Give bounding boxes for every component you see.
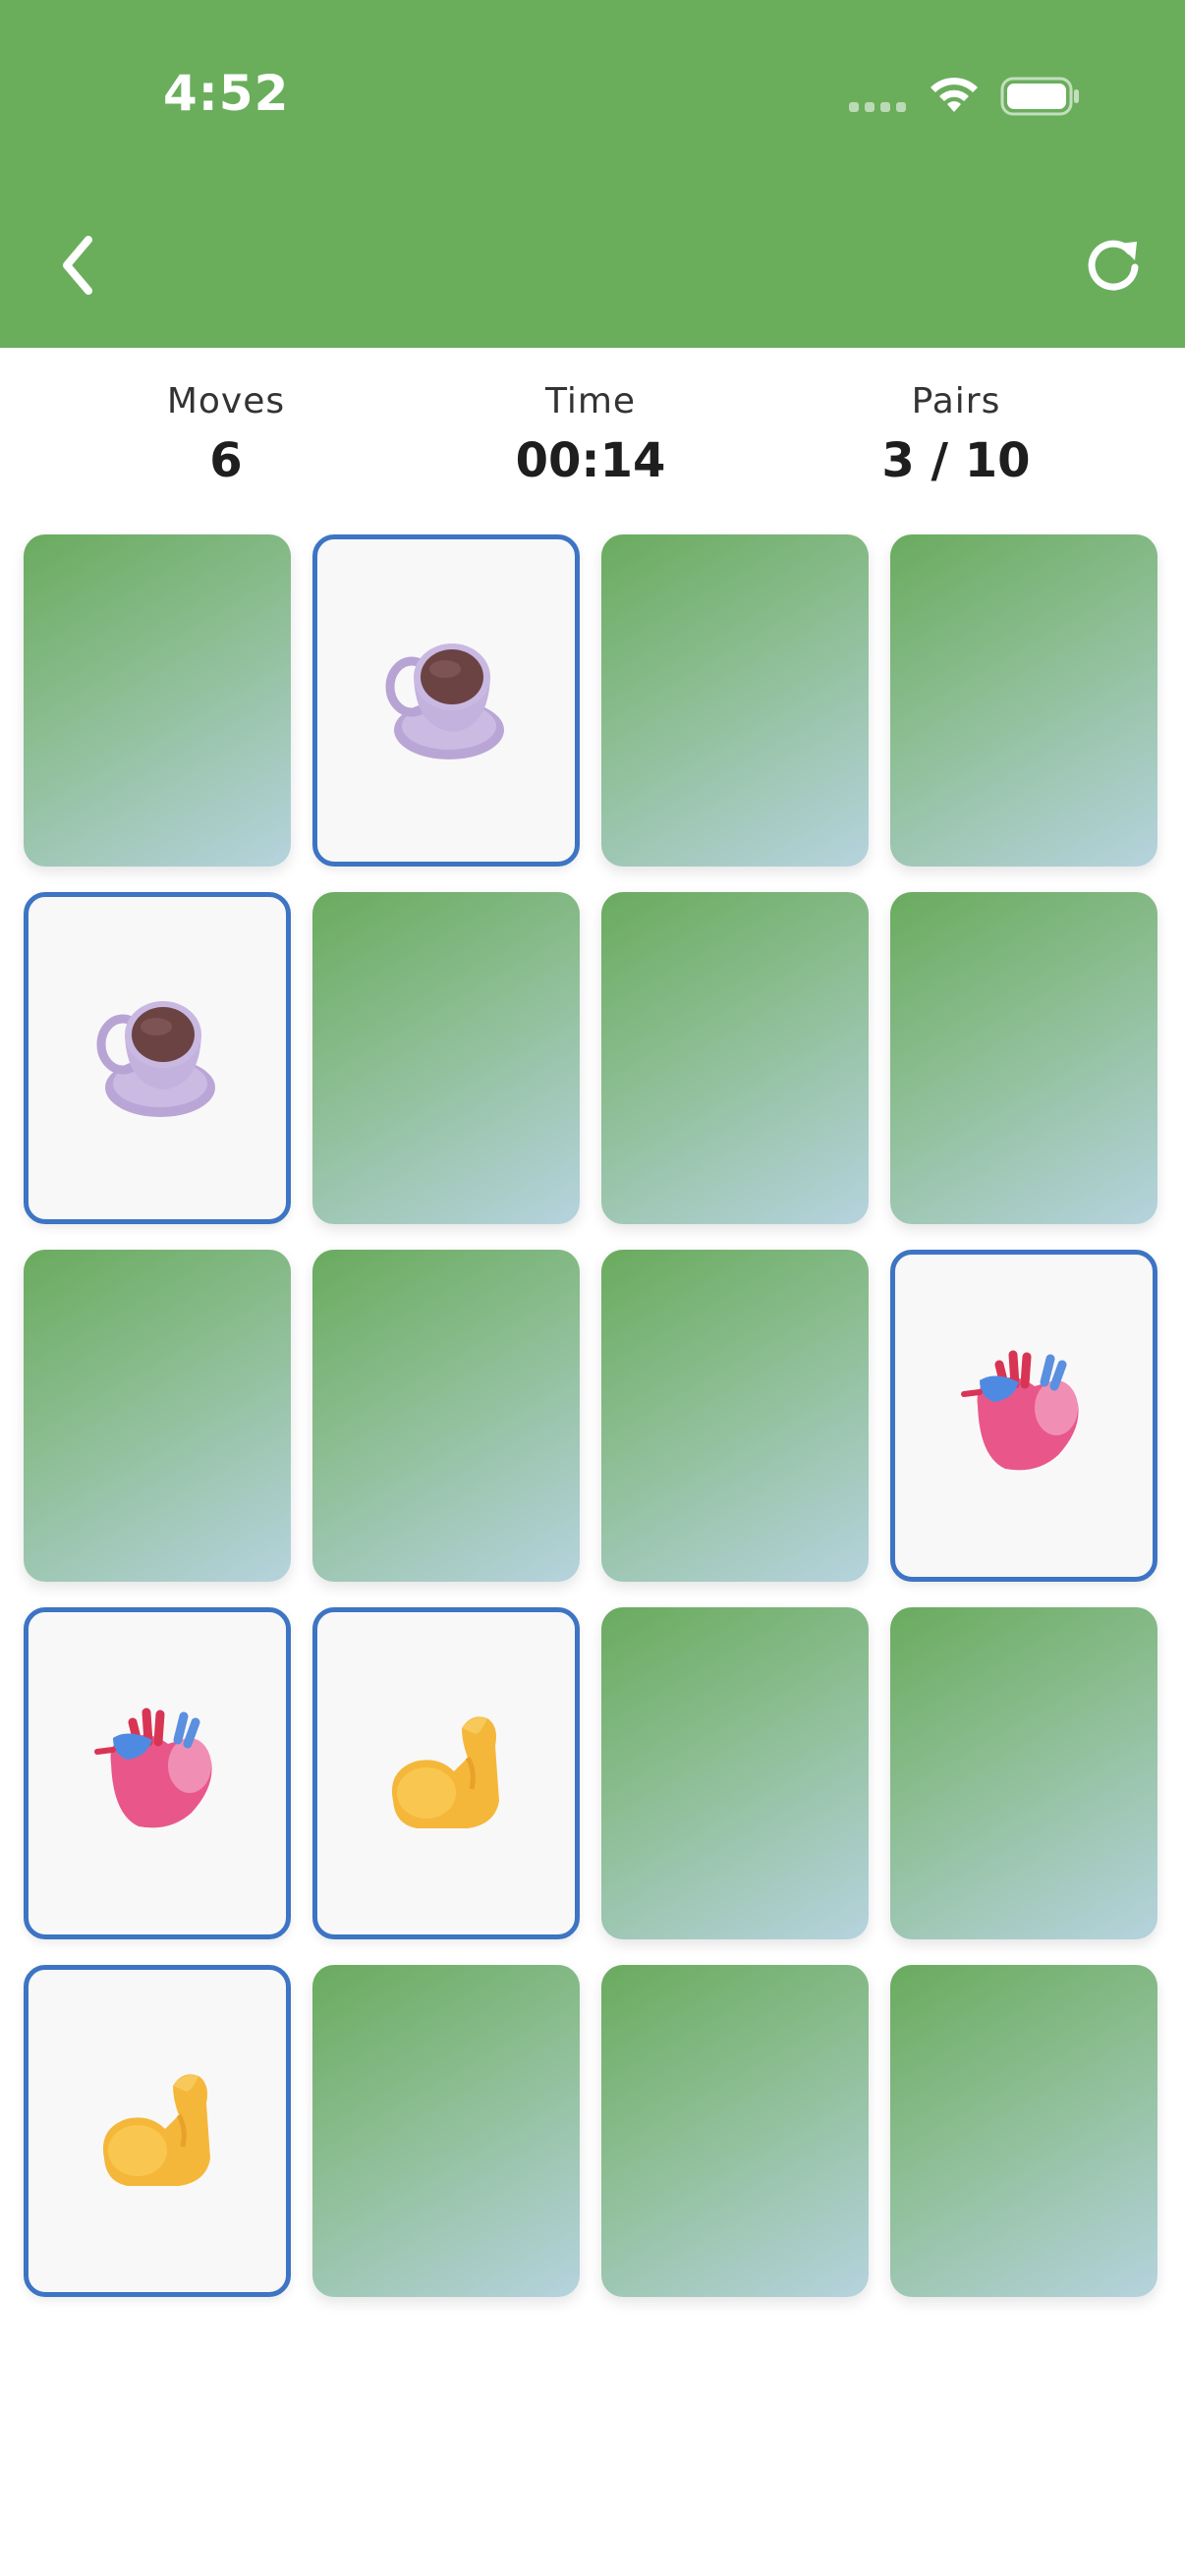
pairs-label: Pairs	[911, 381, 1001, 421]
memory-card-face-up[interactable]	[890, 1250, 1157, 1582]
cellular-signal-icon	[849, 102, 906, 114]
time-value: 00:14	[515, 433, 666, 488]
memory-card-face-down[interactable]	[601, 1965, 869, 2297]
moves-label: Moves	[166, 381, 286, 421]
memory-card-face-down[interactable]	[890, 1607, 1157, 1939]
chevron-left-icon	[63, 236, 92, 295]
memory-card-face-up[interactable]	[24, 1965, 291, 2297]
refresh-icon	[1088, 240, 1139, 291]
memory-card-face-down[interactable]	[312, 1965, 580, 2297]
pairs-stat: Pairs 3 / 10	[809, 381, 1103, 488]
memory-card-face-down[interactable]	[601, 534, 869, 867]
memory-card-face-up[interactable]	[24, 892, 291, 1224]
flexed-biceps-icon	[88, 2060, 226, 2202]
battery-icon	[1000, 77, 1079, 116]
memory-card-face-down[interactable]	[890, 534, 1157, 867]
status-time: 4:52	[163, 65, 290, 122]
memory-card-face-down[interactable]	[312, 892, 580, 1224]
back-button[interactable]	[49, 226, 108, 305]
flexed-biceps-icon	[377, 1703, 515, 1844]
memory-card-face-down[interactable]	[24, 534, 291, 867]
time-stat: Time 00:14	[443, 381, 738, 488]
memory-card-face-down[interactable]	[601, 1250, 869, 1582]
pairs-value: 3 / 10	[881, 433, 1031, 488]
memory-card-face-down[interactable]	[24, 1250, 291, 1582]
coffee-cup-icon	[382, 630, 510, 771]
moves-value: 6	[209, 433, 243, 488]
anatomical-heart-icon	[93, 1703, 221, 1844]
memory-card-face-down[interactable]	[312, 1250, 580, 1582]
memory-card-face-up[interactable]	[312, 534, 580, 867]
top-app-bar: 4:52	[0, 0, 1185, 348]
memory-card-face-up[interactable]	[24, 1607, 291, 1939]
memory-card-face-down[interactable]	[890, 1965, 1157, 2297]
anatomical-heart-icon	[960, 1345, 1088, 1486]
moves-stat: Moves 6	[79, 381, 373, 488]
memory-card-face-down[interactable]	[890, 892, 1157, 1224]
coffee-cup-icon	[93, 987, 221, 1129]
memory-card-face-up[interactable]	[312, 1607, 580, 1939]
memory-card-face-down[interactable]	[601, 892, 869, 1224]
restart-button[interactable]	[1081, 232, 1146, 297]
wifi-icon	[931, 78, 978, 112]
time-label: Time	[544, 381, 637, 421]
memory-card-face-down[interactable]	[601, 1607, 869, 1939]
